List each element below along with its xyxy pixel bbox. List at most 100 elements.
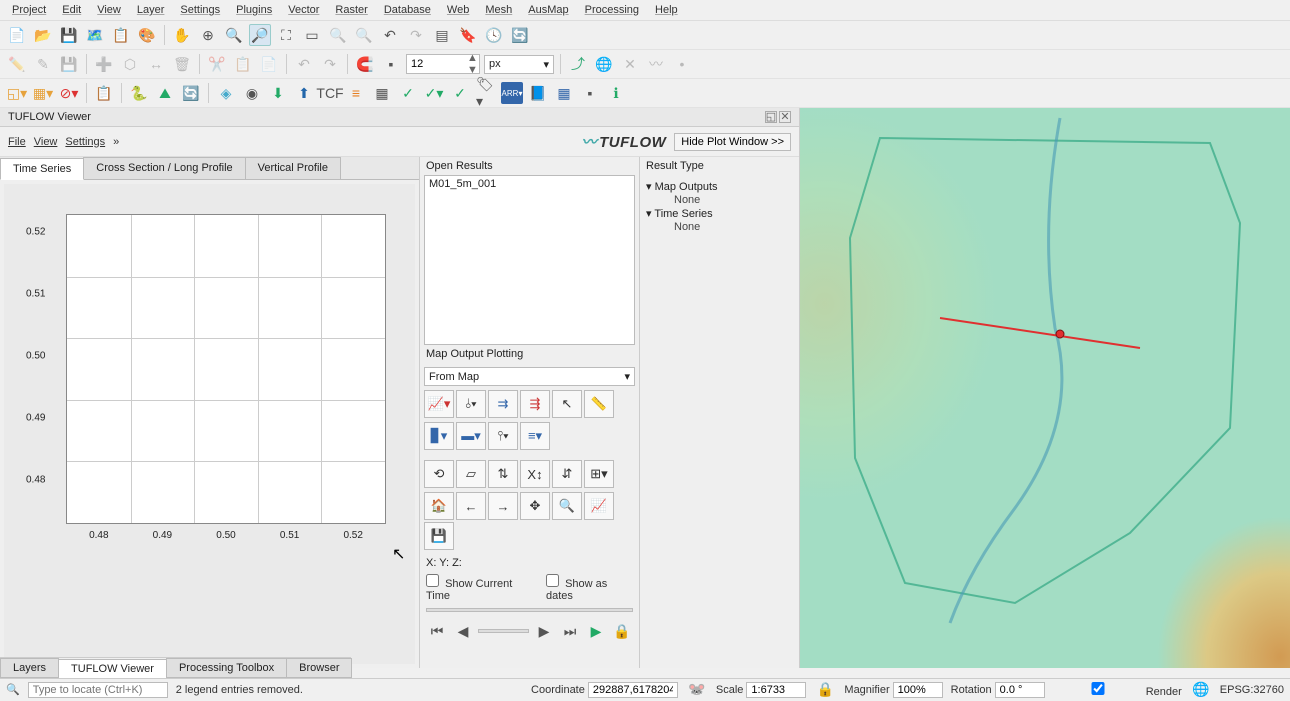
- new-project-icon[interactable]: 📄: [6, 24, 28, 46]
- menu-web[interactable]: Web: [441, 2, 475, 18]
- y-axis-icon[interactable]: ⇅: [488, 460, 518, 488]
- x-axis-icon[interactable]: X↕: [520, 460, 550, 488]
- vert-profile-icon[interactable]: ⫯▾: [488, 422, 518, 450]
- step-first-icon[interactable]: ⏮: [426, 620, 448, 642]
- terminal-icon[interactable]: ▪: [579, 82, 601, 104]
- extent-icon[interactable]: 🐭: [686, 679, 708, 701]
- tab-cross-section[interactable]: Cross Section / Long Profile: [83, 157, 245, 179]
- close-icon[interactable]: ✕: [779, 111, 791, 123]
- bottom-tab-tuflow[interactable]: TUFLOW Viewer: [58, 659, 167, 679]
- snap-icon[interactable]: 🧲: [354, 53, 376, 75]
- step-fwd-icon[interactable]: ▶: [533, 620, 555, 642]
- pan-to-selected-icon[interactable]: ⊕: [197, 24, 219, 46]
- bottom-tab-browser[interactable]: Browser: [286, 658, 352, 678]
- time-slider-2[interactable]: [478, 629, 529, 633]
- topology-icon[interactable]: ⤴: [567, 53, 589, 75]
- topo-check-icon[interactable]: 🌐: [593, 53, 615, 75]
- depth-avg-icon[interactable]: ▬▾: [456, 422, 486, 450]
- clear-plot-icon[interactable]: ▱: [456, 460, 486, 488]
- menu-vector[interactable]: Vector: [282, 2, 325, 18]
- menu-mesh[interactable]: Mesh: [479, 2, 518, 18]
- grid-icon[interactable]: ▦: [371, 82, 393, 104]
- vertex-tool-icon[interactable]: ⬡: [119, 53, 141, 75]
- tree-time-series[interactable]: ▾ Time Series: [646, 206, 793, 221]
- redo-icon[interactable]: ↷: [319, 53, 341, 75]
- menu-settings[interactable]: Settings: [174, 2, 226, 18]
- snap-vertex-icon[interactable]: •: [671, 53, 693, 75]
- menu-help[interactable]: Help: [649, 2, 684, 18]
- upload-icon[interactable]: ⬆: [293, 82, 315, 104]
- tcf-icon[interactable]: TCF: [319, 82, 341, 104]
- matrix-icon[interactable]: ▦: [553, 82, 575, 104]
- result-type-tree[interactable]: ▾ Map Outputs None ▾ Time Series None: [640, 175, 799, 237]
- copy-icon[interactable]: 📋: [232, 53, 254, 75]
- forward-icon[interactable]: →: [488, 492, 518, 520]
- menu-processing[interactable]: Processing: [579, 2, 645, 18]
- style-manager-icon[interactable]: 🎨: [136, 24, 158, 46]
- new-bookmark-icon[interactable]: 🔖: [457, 24, 479, 46]
- label-tool-icon[interactable]: 🏷▾: [475, 82, 497, 104]
- python-console-icon[interactable]: 🐍: [128, 82, 150, 104]
- rotation-input[interactable]: [995, 682, 1045, 698]
- open-project-icon[interactable]: 📂: [32, 24, 54, 46]
- tree-map-outputs[interactable]: ▾ Map Outputs: [646, 179, 793, 194]
- panel-file[interactable]: File: [8, 136, 26, 148]
- deselect-icon[interactable]: ⊘▾: [58, 82, 80, 104]
- time-slider-1[interactable]: [426, 608, 633, 612]
- new-map-view-icon[interactable]: ▤: [431, 24, 453, 46]
- tab-vertical-profile[interactable]: Vertical Profile: [245, 157, 341, 179]
- ruler-icon[interactable]: 📏: [584, 390, 614, 418]
- lock-scale-icon[interactable]: 🔒: [814, 679, 836, 701]
- result-item[interactable]: M01_5m_001: [429, 178, 630, 190]
- sec-axis-icon[interactable]: ⇵: [552, 460, 582, 488]
- back-icon[interactable]: ←: [456, 492, 486, 520]
- step-back-icon[interactable]: ◀: [452, 620, 474, 642]
- scale-input[interactable]: [746, 682, 806, 698]
- show-current-time-checkbox[interactable]: Show Current Time: [426, 574, 534, 602]
- edit-icon[interactable]: ✎: [32, 53, 54, 75]
- tolerance-spinner[interactable]: ▲▼: [406, 54, 480, 74]
- identify-icon[interactable]: ℹ: [605, 82, 627, 104]
- unit-combo[interactable]: px▾: [484, 55, 554, 74]
- zoom-selection-icon[interactable]: ▭: [301, 24, 323, 46]
- lock-icon[interactable]: 🔒: [611, 620, 633, 642]
- pencil-icon[interactable]: ✏️: [6, 53, 28, 75]
- map-canvas[interactable]: [800, 108, 1290, 668]
- zoom-next-icon[interactable]: ↷: [405, 24, 427, 46]
- plugin2-icon[interactable]: ◉: [241, 82, 263, 104]
- pan-plot-icon[interactable]: ✥: [520, 492, 550, 520]
- plot-source-combo[interactable]: From Map▾: [424, 367, 635, 386]
- save-edits-icon[interactable]: 💾: [58, 53, 80, 75]
- zoom-plot-icon[interactable]: 🔍: [552, 492, 582, 520]
- zoom-last-icon[interactable]: ↶: [379, 24, 401, 46]
- layers-icon[interactable]: ≡: [345, 82, 367, 104]
- avoid-intersect-icon[interactable]: ✕: [619, 53, 641, 75]
- temporal-icon[interactable]: 🕓: [483, 24, 505, 46]
- clipboard-icon[interactable]: 📋: [93, 82, 115, 104]
- menu-project[interactable]: Project: [6, 2, 52, 18]
- panel-view[interactable]: View: [34, 136, 58, 148]
- home-icon[interactable]: 🏠: [424, 492, 454, 520]
- epsg-label[interactable]: EPSG:32760: [1220, 684, 1284, 696]
- zoom-layer-icon[interactable]: 🔍: [327, 24, 349, 46]
- refresh-plot-icon[interactable]: ⟲: [424, 460, 454, 488]
- save-icon[interactable]: 💾: [58, 24, 80, 46]
- panel-more[interactable]: »: [113, 136, 119, 148]
- plot-canvas[interactable]: 0.48 0.49 0.50 0.51 0.52: [66, 214, 386, 524]
- locator-input[interactable]: [28, 682, 168, 698]
- check-icon[interactable]: ✓: [397, 82, 419, 104]
- menu-raster[interactable]: Raster: [329, 2, 373, 18]
- zoom-native-icon[interactable]: 🔍: [353, 24, 375, 46]
- new-print-layout-icon[interactable]: 🗺️: [84, 24, 106, 46]
- list-icon[interactable]: ≡▾: [520, 422, 550, 450]
- show-as-dates-checkbox[interactable]: Show as dates: [546, 574, 633, 602]
- move-feature-icon[interactable]: ↔: [145, 53, 167, 75]
- bottom-tab-processing[interactable]: Processing Toolbox: [166, 658, 287, 678]
- pan-icon[interactable]: ✋: [171, 24, 193, 46]
- check2-icon[interactable]: ✓▾: [423, 82, 445, 104]
- add-feature-icon[interactable]: ➕: [93, 53, 115, 75]
- bottom-tab-layers[interactable]: Layers: [0, 658, 59, 678]
- trace-icon[interactable]: 〰: [645, 53, 667, 75]
- menu-ausmap[interactable]: AusMap: [522, 2, 574, 18]
- undock-icon[interactable]: ◱: [765, 111, 777, 123]
